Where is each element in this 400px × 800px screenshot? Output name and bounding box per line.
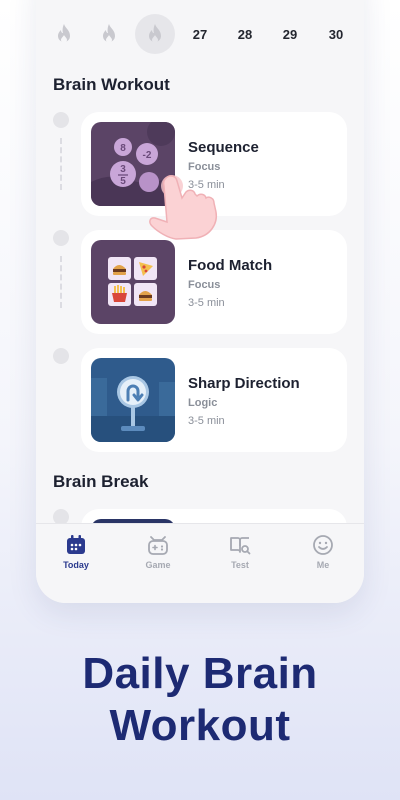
- headline-line-2: Workout: [109, 701, 291, 750]
- streak-flame-icon: [89, 14, 129, 54]
- headline-line-1: Daily Brain: [82, 649, 318, 698]
- sequence-number: 8: [120, 143, 126, 154]
- card-duration: 3-5 min: [188, 415, 225, 427]
- gamepad-icon: [148, 536, 168, 555]
- progress-line: [60, 256, 62, 308]
- tab-label: Today: [63, 560, 89, 570]
- tab-game[interactable]: Game: [128, 534, 188, 570]
- week-strip: S M T W 27 T 28 F 29: [36, 0, 364, 70]
- section-title-brain-workout: Brain Workout: [53, 75, 170, 94]
- promo-headline: Daily Brain Workout: [0, 648, 400, 752]
- tab-today[interactable]: Today: [46, 534, 106, 570]
- day-number: 29: [282, 26, 298, 42]
- workout-card-sharp-direction[interactable]: Sharp Direction Logic 3-5 min: [81, 348, 347, 452]
- day-letter: T: [155, 0, 197, 3]
- book-search-icon: [230, 537, 251, 555]
- day-letter: T: [245, 0, 287, 3]
- sequence-number: -2: [143, 150, 152, 161]
- day-letter: S: [64, 0, 106, 3]
- sequence-number: 5: [120, 176, 126, 187]
- progress-line: [60, 138, 62, 190]
- sequence-number: 3: [120, 164, 126, 175]
- day-letter: F: [290, 0, 332, 3]
- card-category: Logic: [188, 397, 218, 409]
- tap-hand-icon: [149, 175, 218, 240]
- tab-label: Test: [231, 560, 249, 570]
- day-letter: W: [200, 0, 242, 3]
- calendar-icon: [67, 535, 85, 554]
- day-number: 27: [192, 26, 208, 42]
- card-duration: 3-5 min: [188, 297, 225, 309]
- bottom-tab-bar: Today Game Test Me: [36, 523, 364, 603]
- day-letter: M: [109, 0, 151, 3]
- card-title: Sharp Direction: [188, 375, 300, 392]
- smiley-icon: [313, 535, 333, 555]
- streak-flame-icon: [135, 14, 175, 54]
- tab-me[interactable]: Me: [293, 534, 353, 570]
- day-letter: S: [336, 0, 364, 3]
- card-category: Focus: [188, 279, 221, 291]
- progress-dot: [53, 230, 69, 246]
- u-turn-sign-thumbnail: [91, 358, 175, 442]
- tab-test[interactable]: Test: [210, 534, 270, 570]
- streak-flame-icon: [44, 14, 84, 54]
- section-title-brain-break: Brain Break: [53, 472, 149, 491]
- workout-card-food-match[interactable]: Food Match Focus 3-5 min: [81, 230, 347, 334]
- progress-dot: [53, 348, 69, 364]
- card-title: Food Match: [188, 257, 273, 274]
- phone-screen: S M T W 27 T 28 F 29: [36, 0, 364, 603]
- day-number: 28: [237, 26, 253, 42]
- card-title: Sequence: [188, 139, 259, 156]
- food-tiles-thumbnail: [91, 240, 175, 324]
- day-number: 30: [328, 26, 344, 42]
- progress-dot: [53, 112, 69, 128]
- tab-label: Me: [316, 560, 330, 570]
- tab-label: Game: [145, 560, 171, 570]
